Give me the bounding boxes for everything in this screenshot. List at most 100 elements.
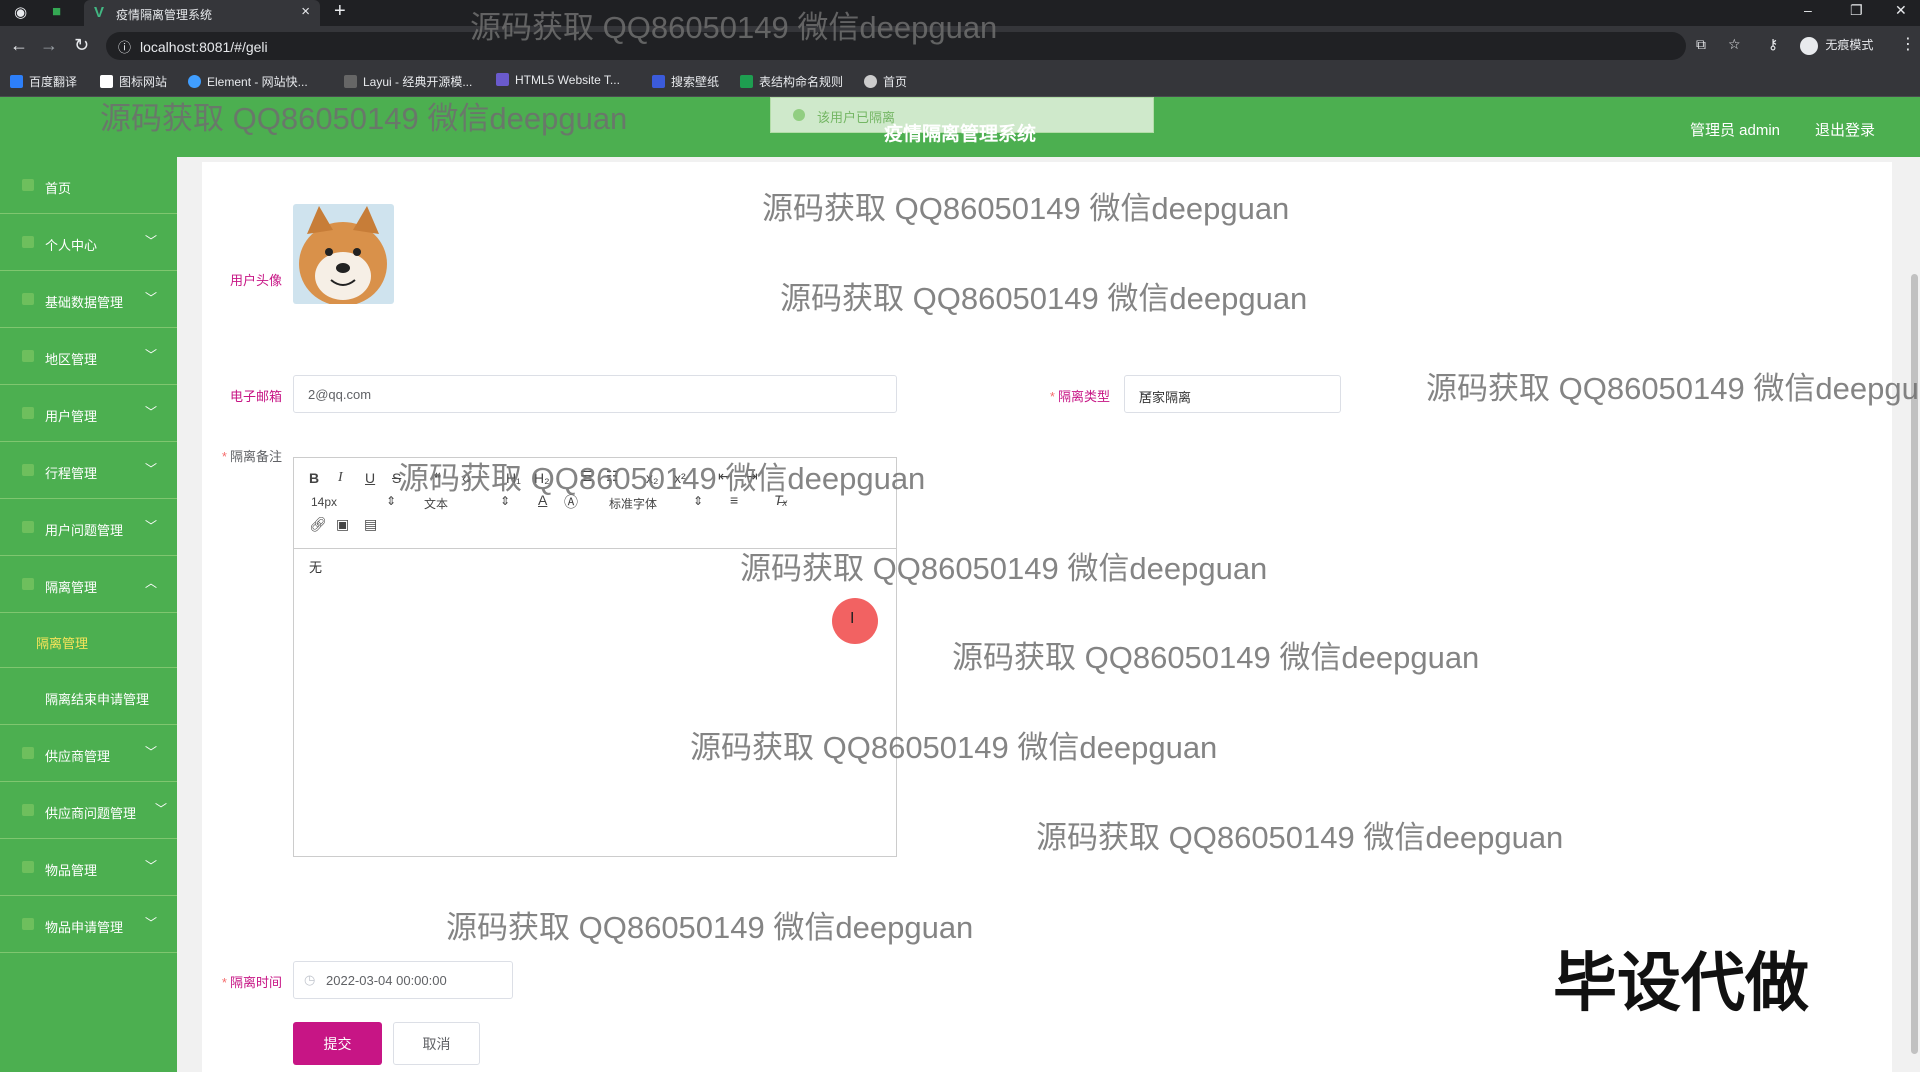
clock-icon: ◷ <box>304 972 316 987</box>
indent-decrease-icon[interactable]: ⇤ <box>718 468 730 485</box>
vue-icon: V <box>94 4 105 21</box>
blockquote-icon[interactable]: ❝ <box>434 470 442 487</box>
minimize-icon[interactable]: – <box>1804 2 1812 18</box>
email-field[interactable]: 2@qq.com <box>293 375 897 413</box>
menu-icon <box>22 578 34 590</box>
sidebar-subitem-quarantine-end[interactable]: 隔离结束申请管理 <box>0 668 177 725</box>
pinned-tab-icon[interactable]: ■ <box>52 3 61 20</box>
menu-icon <box>22 236 34 248</box>
bullet-list-icon[interactable]: ☷ <box>606 468 619 485</box>
sidebar-item-goods-apply[interactable]: 物品申请管理 ﹀ <box>0 896 177 953</box>
sidebar-item-itinerary[interactable]: 行程管理 ﹀ <box>0 442 177 499</box>
scrollbar-thumb[interactable] <box>1911 274 1918 1054</box>
block-type-select[interactable]: 文本 <box>424 495 448 512</box>
url-text: localhost:8081/#/geli <box>140 39 268 55</box>
editor-toolbar: B I U S ❝ ‹› H₁ H₂ ☰ ☷ x₂ x² ⇤ ⇥ 14px ⇕ … <box>294 458 896 549</box>
address-bar: ← → ↻ ⓘ localhost:8081/#/geli ⧉ ☆ ⚷ 无痕模式… <box>0 26 1920 66</box>
italic-icon[interactable]: I <box>338 470 343 486</box>
type-select[interactable]: 居家隔离 ﹀ <box>1124 375 1341 413</box>
logout-link[interactable]: 退出登录 <box>1815 119 1875 140</box>
menu-icon <box>22 747 34 759</box>
kebab-menu-icon[interactable]: ⋮ <box>1900 34 1916 54</box>
stamp-text: 毕设代做 <box>1553 947 1809 1019</box>
sidebar-item-user-issues[interactable]: 用户问题管理 ﹀ <box>0 499 177 556</box>
clear-format-icon[interactable]: T̶ₓ <box>774 492 788 508</box>
bookmark-item[interactable]: 首页 <box>864 73 907 90</box>
bookmark-item[interactable]: Layui - 经典开源模... <box>344 73 472 90</box>
type-label: * 隔离类型 <box>1049 389 1110 404</box>
ordered-list-icon[interactable]: ☰ <box>580 468 593 485</box>
bookmark-item[interactable]: 百度翻译 <box>10 73 77 90</box>
strikethrough-icon[interactable]: S <box>392 470 401 486</box>
chevron-down-icon: ﹀ <box>144 405 157 419</box>
restore-icon[interactable]: ❐ <box>1850 2 1863 19</box>
text-cursor-icon: I <box>850 610 855 627</box>
chevron-updown-icon: ⇕ <box>386 494 397 508</box>
chevron-down-icon: ﹀ <box>144 916 157 930</box>
window-close-icon[interactable]: ✕ <box>1895 2 1907 19</box>
code-block-icon[interactable]: ‹› <box>462 470 471 486</box>
indent-increase-icon[interactable]: ⇥ <box>746 468 758 485</box>
sidebar-item-region[interactable]: 地区管理 ﹀ <box>0 328 177 385</box>
heading1-icon[interactable]: H₁ <box>506 470 521 486</box>
bookmark-item[interactable]: 表结构命名规则 <box>740 73 843 90</box>
submit-button[interactable]: 提交 <box>293 1022 382 1065</box>
remark-label: * 隔离备注 <box>221 449 282 464</box>
heading2-icon[interactable]: H₂ <box>534 470 550 486</box>
bookmark-item[interactable]: 搜索壁纸 <box>652 73 719 90</box>
reload-icon[interactable]: ↻ <box>74 35 89 56</box>
chevron-down-icon: ﹀ <box>144 745 157 759</box>
sidebar-item-users[interactable]: 用户管理 ﹀ <box>0 385 177 442</box>
bold-icon[interactable]: B <box>309 470 319 486</box>
user-avatar[interactable] <box>293 204 394 304</box>
sidebar-item-goods[interactable]: 物品管理 ﹀ <box>0 839 177 896</box>
bookmark-item[interactable]: 图标网站 <box>100 73 167 90</box>
bookmarks-bar: 百度翻译 图标网站 Element - 网站快... Layui - 经典开源模… <box>0 66 1920 97</box>
url-input[interactable]: ⓘ localhost:8081/#/geli <box>106 32 1686 60</box>
sidebar-subitem-quarantine[interactable]: 隔离管理 <box>0 613 177 668</box>
close-icon[interactable]: × <box>301 3 310 20</box>
sidebar-item-quarantine[interactable]: 隔离管理 ︿ <box>0 556 177 613</box>
bookmark-star-icon[interactable]: ☆ <box>1728 36 1741 53</box>
menu-icon <box>22 804 34 816</box>
scrollbar[interactable] <box>1909 157 1920 1072</box>
cancel-button[interactable]: 取消 <box>393 1022 480 1065</box>
chevron-down-icon: ﹀ <box>144 291 157 305</box>
menu-icon <box>22 350 34 362</box>
editor-content[interactable]: 无 <box>309 557 322 576</box>
font-color-icon[interactable]: A <box>538 492 547 508</box>
subscript-icon[interactable]: x₂ <box>646 470 658 486</box>
bookmark-item[interactable]: Element - 网站快... <box>188 73 308 90</box>
superscript-icon[interactable]: x² <box>674 470 686 486</box>
sidebar-item-basedata[interactable]: 基础数据管理 ﹀ <box>0 271 177 328</box>
background-color-icon[interactable]: Ⓐ <box>564 492 578 512</box>
chevron-down-icon: ﹀ <box>144 462 157 476</box>
incognito-icon <box>1800 36 1818 55</box>
sidebar-item-supplier-issues[interactable]: 供应商问题管理 ﹀ <box>0 782 177 839</box>
link-icon[interactable]: 🔗︎ <box>309 516 327 533</box>
new-tab-icon[interactable]: + <box>334 0 346 23</box>
info-icon[interactable]: ⓘ <box>118 37 131 56</box>
translate-icon[interactable]: ⧉ <box>1696 36 1706 53</box>
font-family-select[interactable]: 标准字体 <box>609 495 657 512</box>
forward-icon[interactable]: → <box>40 35 58 56</box>
underline-icon[interactable]: U <box>365 470 375 486</box>
browser-menu-icon[interactable]: ◉ <box>14 3 27 21</box>
quarantine-time-picker[interactable]: ◷ 2022-03-04 00:00:00 <box>293 961 513 999</box>
bookmark-item[interactable]: HTML5 Website T... <box>496 73 620 87</box>
align-icon[interactable]: ≡ <box>730 492 738 508</box>
incognito-badge[interactable]: 无痕模式 <box>1800 36 1873 55</box>
image-icon[interactable]: ▣ <box>336 516 349 533</box>
font-size-select[interactable]: 14px <box>311 495 337 509</box>
video-icon[interactable]: ▤ <box>364 516 377 533</box>
key-icon[interactable]: ⚷ <box>1768 36 1778 53</box>
sidebar-item-supplier[interactable]: 供应商管理 ﹀ <box>0 725 177 782</box>
browser-tab-active[interactable]: V 疫情隔离管理系统 × <box>84 0 320 26</box>
sidebar-item-personal[interactable]: 个人中心 ﹀ <box>0 214 177 271</box>
menu-icon <box>22 407 34 419</box>
sidebar-item-home[interactable]: 首页 <box>0 157 177 214</box>
tab-title: 疫情隔离管理系统 <box>116 8 213 22</box>
back-icon[interactable]: ← <box>10 35 28 56</box>
rich-text-editor: B I U S ❝ ‹› H₁ H₂ ☰ ☷ x₂ x² ⇤ ⇥ 14px ⇕ … <box>293 457 897 857</box>
menu-icon <box>22 861 34 873</box>
